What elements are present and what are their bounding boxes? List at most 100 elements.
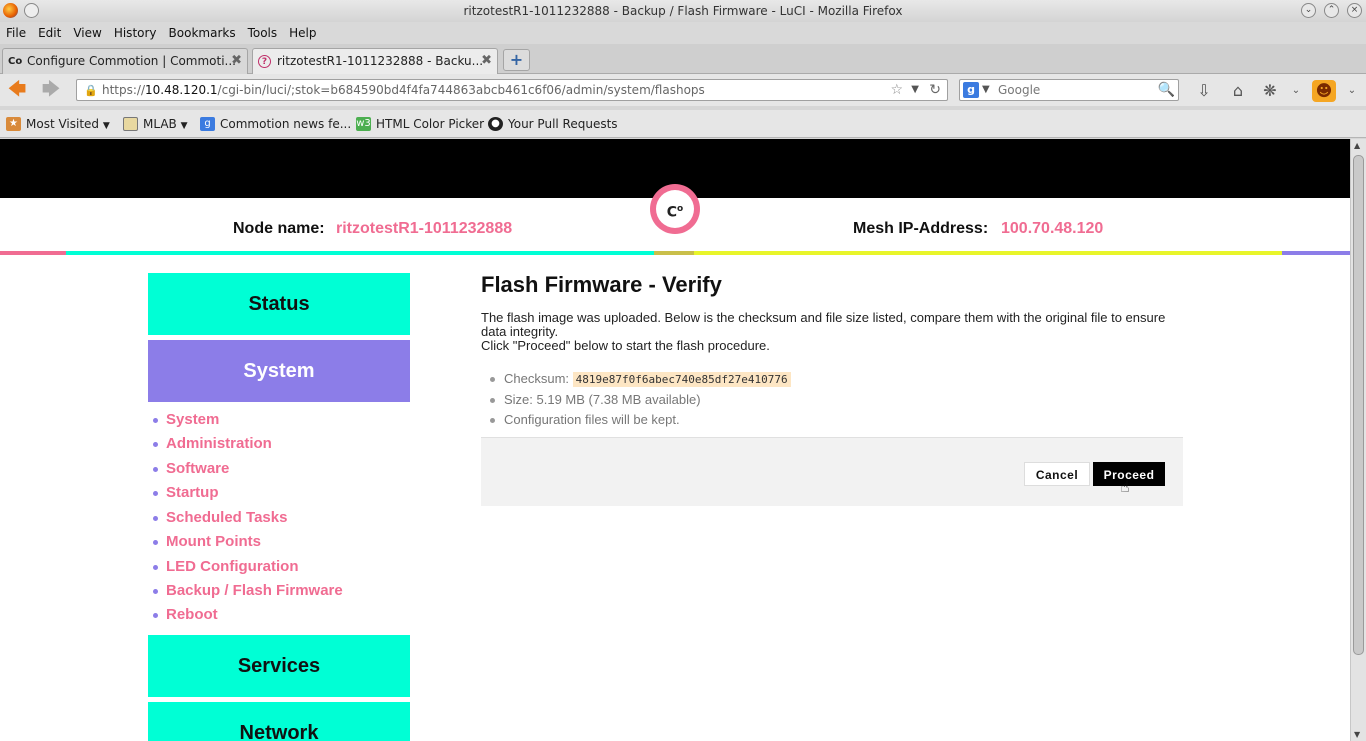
close-tab-icon[interactable]: ✖	[481, 49, 492, 73]
menu-bar: File Edit View History Bookmarks Tools Help	[0, 22, 1366, 44]
unknown-favicon-icon: ?	[258, 55, 271, 68]
avatar-icon[interactable]: ☻	[1312, 80, 1336, 102]
menu-file[interactable]: File	[0, 22, 32, 44]
scrollbar-thumb[interactable]	[1353, 155, 1364, 655]
bookmark-html-color-picker[interactable]: w3 HTML Color Picker	[356, 114, 484, 134]
window-titlebar: ritzotestR1-1011232888 - Backup / Flash …	[0, 0, 1366, 22]
checksum-item: Checksum: 4819e87f0f6abec740e85df27e4107…	[490, 369, 1183, 390]
tab-bar: Co Configure Commotion | Commoti... ✖ ? …	[0, 44, 1366, 74]
bookmark-label: HTML Color Picker	[376, 117, 485, 131]
bookmarks-toolbar: ★ Most Visited ▼ MLAB ▼ g Commotion news…	[0, 110, 1366, 138]
submenu-software[interactable]: Software	[152, 459, 229, 479]
checksum-value: 4819e87f0f6abec740e85df27e410776	[572, 372, 791, 387]
commotion-favicon-icon: Co	[8, 56, 23, 67]
tab-flash-firmware[interactable]: ? ritzotestR1-1011232888 - Backu... ✖	[252, 48, 498, 74]
proceed-instruction: Click "Proceed" below to start the flash…	[481, 337, 770, 353]
logo-text: Co	[656, 190, 694, 228]
bookmark-pull-requests[interactable]: ● Your Pull Requests	[488, 114, 618, 134]
nav-network[interactable]: Network	[148, 702, 410, 741]
bookmark-mlab[interactable]: MLAB ▼	[123, 114, 188, 134]
tab-label: ritzotestR1-1011232888 - Backu...	[277, 54, 484, 68]
nav-status[interactable]: Status	[148, 273, 410, 335]
addon-icon[interactable]: ❋	[1258, 80, 1282, 102]
google-icon[interactable]: g	[963, 82, 979, 98]
cancel-button[interactable]: Cancel	[1024, 462, 1090, 486]
submenu-system[interactable]: System	[152, 410, 219, 430]
close-window-icon[interactable]: ×	[1347, 3, 1362, 18]
chevron-down-icon: ▼	[180, 121, 188, 131]
search-bar[interactable]: g ▼ Google 🔍	[959, 79, 1179, 101]
folder-icon	[123, 117, 138, 131]
page-scrollbar[interactable]: ▲ ▼	[1350, 139, 1366, 741]
tab-label: Configure Commotion | Commoti...	[27, 54, 236, 68]
menu-help[interactable]: Help	[283, 22, 322, 44]
submenu-led-configuration[interactable]: LED Configuration	[152, 557, 298, 577]
menu-edit[interactable]: Edit	[32, 22, 67, 44]
action-bar: Cancel Proceed	[481, 437, 1183, 506]
nav-services[interactable]: Services	[148, 635, 410, 697]
search-engine-dropdown-icon[interactable]: ▼	[982, 80, 990, 100]
minimize-icon[interactable]: ⌄	[1301, 3, 1316, 18]
home-icon[interactable]: ⌂	[1226, 80, 1250, 102]
tab-configure-commotion[interactable]: Co Configure Commotion | Commoti... ✖	[2, 48, 248, 74]
submenu-mount-points[interactable]: Mount Points	[152, 532, 261, 552]
size-item: Size: 5.19 MB (7.38 MB available)	[490, 390, 1183, 410]
scroll-down-icon[interactable]: ▼	[1354, 730, 1360, 739]
github-icon: ●	[488, 117, 503, 131]
addon-dropdown-icon[interactable]: ⌄	[1284, 80, 1308, 102]
bookmark-label: Commotion news fe...	[220, 117, 352, 131]
close-tab-icon[interactable]: ✖	[231, 49, 242, 73]
mesh-ip-value: 100.70.48.120	[1001, 220, 1104, 237]
reload-icon[interactable]: ↻	[929, 80, 941, 100]
forward-arrow-icon[interactable]: 🡆	[38, 79, 64, 101]
node-name-label: Node name:	[233, 220, 325, 237]
page-viewport: Node name: ritzotestR1-1011232888 Mesh I…	[0, 139, 1350, 741]
url-host: 10.48.120.1	[145, 83, 218, 97]
bookmark-star-icon[interactable]: ☆	[890, 80, 903, 100]
submenu-startup[interactable]: Startup	[152, 483, 219, 503]
commotion-logo[interactable]: Co	[650, 184, 700, 234]
submenu-administration[interactable]: Administration	[152, 434, 272, 454]
config-item: Configuration files will be kept.	[490, 410, 1183, 430]
hand-cursor-icon: ☝	[1120, 477, 1130, 496]
back-arrow-icon[interactable]: 🡄	[4, 79, 30, 101]
bookmark-label: Your Pull Requests	[508, 117, 618, 131]
intro-text: The flash image was uploaded. Below is t…	[481, 310, 1166, 339]
window-menu-icon[interactable]	[24, 3, 39, 18]
url-bar[interactable]: 🔒 https://10.48.120.1/cgi-bin/luci/;stok…	[76, 79, 948, 101]
checksum-label: Checksum:	[504, 371, 570, 386]
firmware-info-list: Checksum: 4819e87f0f6abec740e85df27e4107…	[481, 369, 1183, 430]
new-tab-button[interactable]: +	[503, 49, 530, 71]
menu-history[interactable]: History	[108, 22, 163, 44]
bookmark-label: Most Visited	[26, 117, 100, 131]
page-title: Flash Firmware - Verify	[481, 272, 722, 297]
bookmark-most-visited[interactable]: ★ Most Visited ▼	[6, 114, 110, 134]
lock-icon: 🔒	[84, 84, 98, 97]
submenu-scheduled-tasks[interactable]: Scheduled Tasks	[152, 508, 287, 528]
search-icon[interactable]: 🔍	[1158, 80, 1175, 100]
node-name-value: ritzotestR1-1011232888	[336, 220, 513, 237]
mesh-ip-label: Mesh IP-Address:	[853, 220, 989, 237]
window-title: ritzotestR1-1011232888 - Backup / Flash …	[463, 4, 903, 18]
color-stripe	[0, 251, 1350, 255]
nav-system[interactable]: System	[148, 340, 410, 402]
menu-bookmarks[interactable]: Bookmarks	[163, 22, 242, 44]
download-icon[interactable]: ⇩	[1192, 80, 1216, 102]
scroll-up-icon[interactable]: ▲	[1354, 141, 1360, 150]
search-placeholder: Google	[998, 83, 1041, 97]
main-content: Flash Firmware - Verify The flash image …	[481, 272, 1183, 430]
submenu-backup-flash-firmware[interactable]: Backup / Flash Firmware	[152, 581, 343, 601]
bookmark-commotion-news[interactable]: g Commotion news fe...	[200, 114, 351, 134]
menu-view[interactable]: View	[67, 22, 107, 44]
bookmark-star-icon: ★	[6, 117, 21, 131]
submenu-reboot[interactable]: Reboot	[152, 605, 218, 625]
maximize-icon[interactable]: ⌃	[1324, 3, 1339, 18]
menu-tools[interactable]: Tools	[242, 22, 284, 44]
menu-dropdown-icon[interactable]: ⌄	[1342, 80, 1362, 102]
google-icon: g	[200, 117, 215, 131]
chevron-down-icon: ▼	[102, 121, 110, 131]
url-scheme: https://	[102, 83, 146, 97]
url-path: /cgi-bin/luci/;stok=b684590bd4f4fa744863…	[217, 83, 705, 97]
navigation-toolbar: 🡄 🡆 🔒 https://10.48.120.1/cgi-bin/luci/;…	[0, 74, 1366, 106]
url-dropdown-icon[interactable]: ▼	[911, 80, 919, 100]
